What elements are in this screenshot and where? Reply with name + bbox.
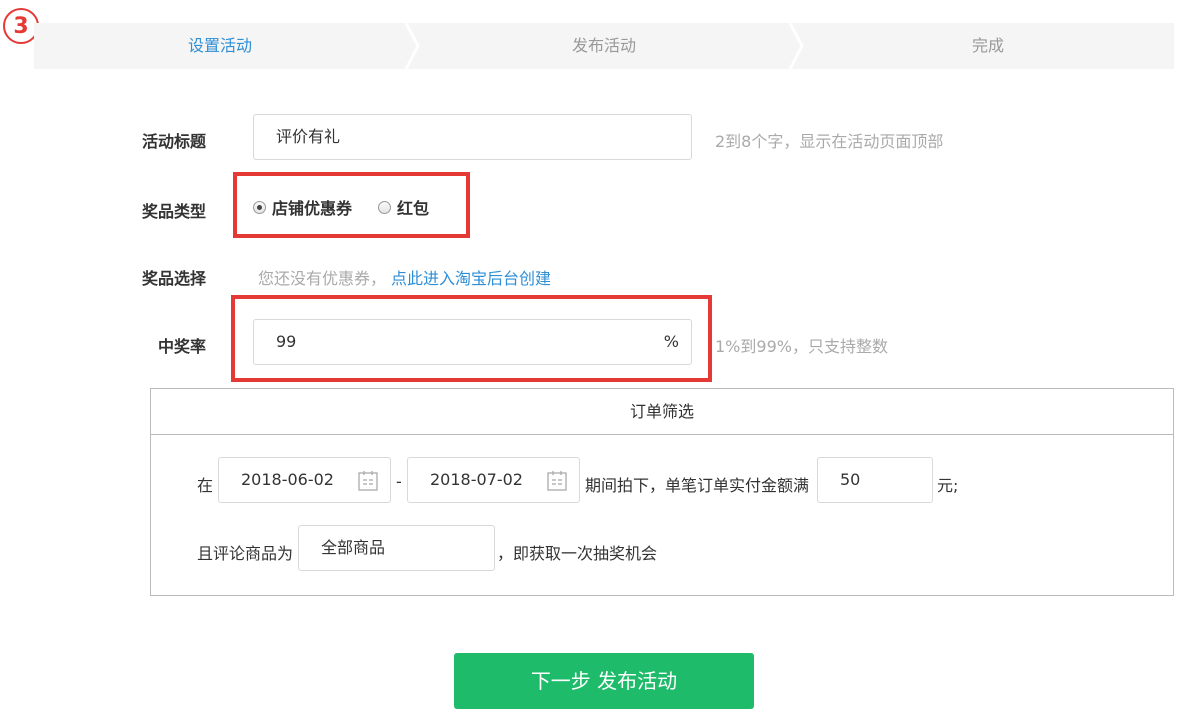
calendar-icon[interactable] bbox=[358, 470, 378, 491]
end-date-value: 2018-07-02 bbox=[430, 470, 523, 489]
progress-steps: 设置活动 发布活动 完成 bbox=[34, 23, 1174, 69]
title-input[interactable]: 评价有礼 bbox=[253, 114, 692, 160]
order-filter-panel: 订单筛选 在 2018-06-02 - 2018-07-02 期间拍下，单笔订单… bbox=[150, 388, 1174, 596]
step-done: 完成 bbox=[971, 36, 1004, 55]
prize-select-label: 奖品选择 bbox=[142, 269, 207, 288]
amount-suffix: 元; bbox=[937, 476, 959, 495]
win-rate-hint: 1%到99%，只支持整数 bbox=[715, 337, 888, 356]
goods-select[interactable]: 全部商品 bbox=[298, 525, 495, 571]
step-publish: 发布活动 bbox=[571, 36, 636, 55]
no-coupon-text: 您还没有优惠券， bbox=[258, 269, 387, 288]
amount-input[interactable]: 50 bbox=[817, 457, 933, 503]
highlight-box-win-rate bbox=[231, 295, 712, 382]
calendar-icon[interactable] bbox=[547, 470, 567, 491]
order-filter-title: 订单筛选 bbox=[151, 389, 1173, 435]
win-rate-label: 中奖率 bbox=[158, 337, 207, 356]
date-separator: - bbox=[396, 472, 402, 491]
start-date-value: 2018-06-02 bbox=[241, 470, 334, 489]
in-prefix-text: 在 bbox=[197, 476, 214, 495]
title-hint: 2到8个字，显示在活动页面顶部 bbox=[715, 132, 944, 151]
next-publish-button[interactable]: 下一步 发布活动 bbox=[454, 653, 754, 709]
create-coupon-link[interactable]: 点此进入淘宝后台创建 bbox=[391, 265, 551, 289]
prize-type-label: 奖品类型 bbox=[142, 202, 207, 221]
goods-suffix-text: ，即获取一次抽奖机会 bbox=[497, 544, 658, 563]
highlight-box-prize-type bbox=[233, 172, 470, 238]
order-condition-text: 期间拍下，单笔订单实付金额满 bbox=[585, 476, 810, 495]
goods-prefix-text: 且评论商品为 bbox=[197, 544, 294, 563]
title-label: 活动标题 bbox=[142, 132, 207, 151]
end-date-input[interactable]: 2018-07-02 bbox=[407, 457, 580, 503]
step-setup: 设置活动 bbox=[187, 36, 252, 55]
start-date-input[interactable]: 2018-06-02 bbox=[218, 457, 391, 503]
